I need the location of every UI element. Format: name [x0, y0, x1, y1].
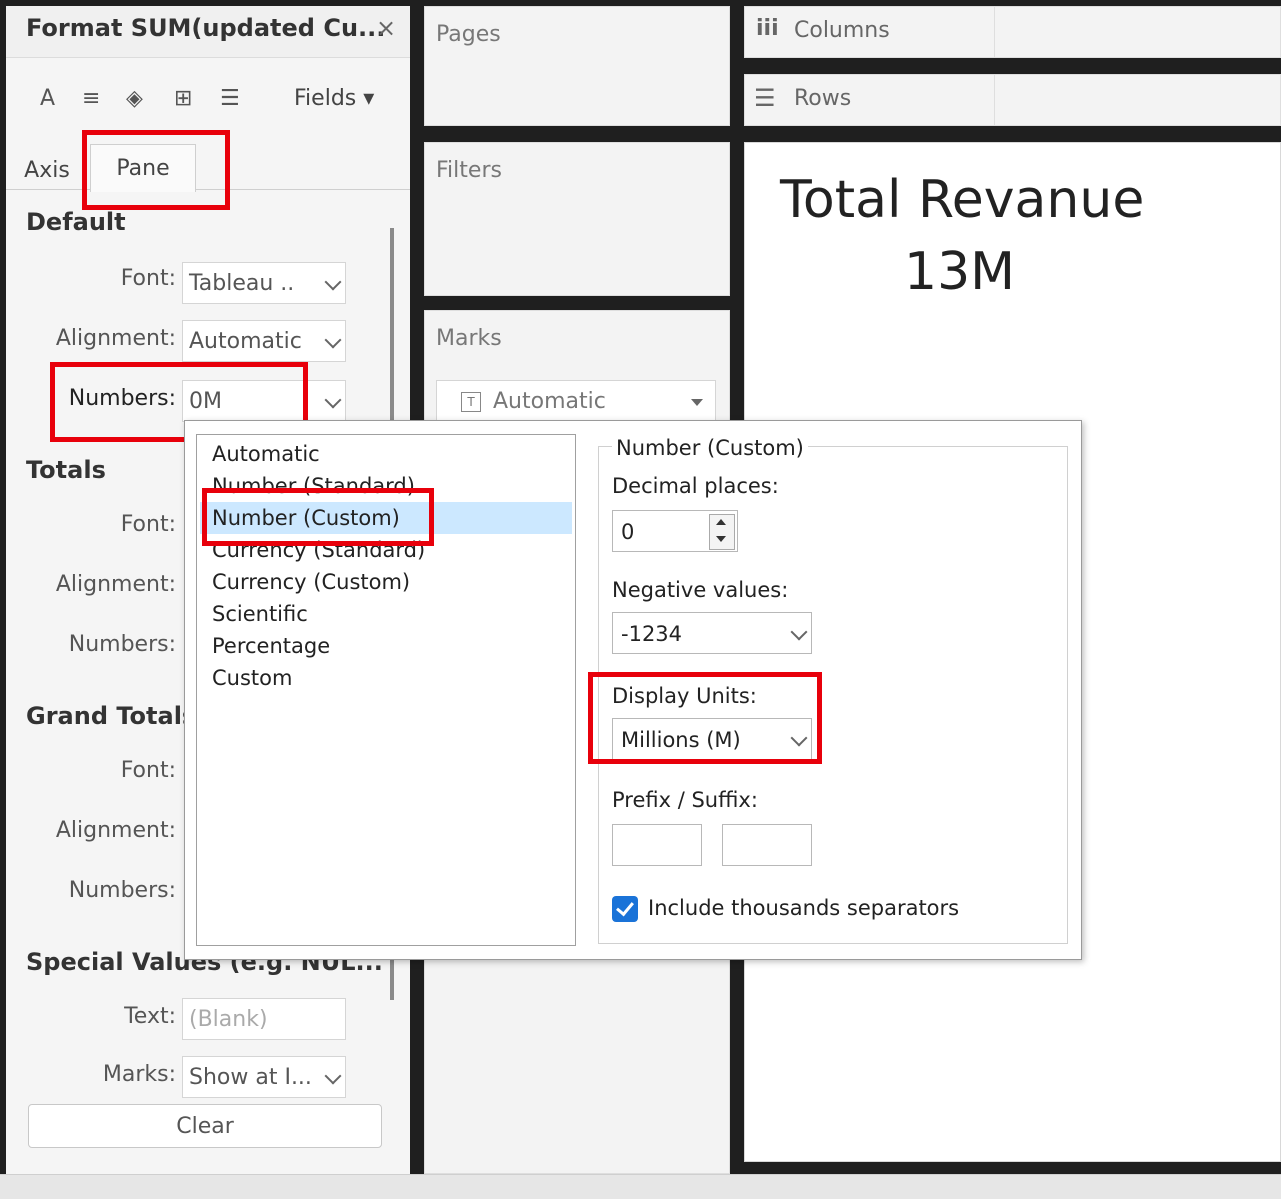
format-pane-title: Format SUM(updated Cu...	[26, 14, 386, 42]
negative-values-dropdown[interactable]: -1234	[612, 612, 812, 654]
text-mark-icon: T	[461, 392, 481, 412]
highlight-box-pane-tab	[82, 130, 230, 210]
columns-label: Columns	[794, 18, 890, 43]
highlight-box-display-units	[588, 672, 822, 764]
grand-totals-font-label: Font:	[120, 758, 176, 783]
thousands-separator-label: Include thousands separators	[648, 896, 960, 920]
shading-format-icon[interactable]: ◈	[126, 86, 143, 111]
default-font-dropdown[interactable]: Tableau ..	[182, 262, 346, 304]
viz-value-text: 13M	[904, 242, 1016, 302]
lines-format-icon[interactable]: ☰	[220, 86, 240, 111]
format-option-percentage[interactable]: Percentage	[212, 634, 330, 658]
suffix-input[interactable]	[722, 824, 812, 866]
negative-values-label: Negative values:	[612, 578, 789, 602]
mark-type-value: Automatic	[493, 389, 606, 414]
alignment-format-icon[interactable]: ≡	[82, 86, 100, 111]
totals-alignment-label: Alignment:	[55, 572, 176, 597]
marks-title: Marks	[436, 326, 502, 351]
tab-axis[interactable]: Axis	[6, 150, 88, 190]
totals-section-heading: Totals	[26, 456, 106, 484]
format-option-automatic[interactable]: Automatic	[212, 442, 320, 466]
negative-values-value: -1234	[621, 622, 683, 646]
step-down-icon[interactable]	[716, 536, 726, 542]
special-marks-label: Marks:	[102, 1062, 176, 1087]
special-marks-dropdown[interactable]: Show at I...	[182, 1056, 346, 1098]
grand-totals-section-heading: Grand Totals	[26, 702, 197, 730]
filters-title: Filters	[436, 158, 502, 183]
special-marks-value: Show at I...	[189, 1065, 312, 1090]
thousands-separator-checkbox[interactable]	[612, 896, 638, 922]
chevron-down-icon	[324, 1067, 342, 1085]
fields-dropdown-button[interactable]: Fields ▾	[294, 86, 374, 111]
close-icon[interactable]: ×	[376, 14, 396, 42]
font-format-icon[interactable]: A	[40, 86, 55, 111]
totals-numbers-label: Numbers:	[68, 632, 176, 657]
prefix-suffix-label: Prefix / Suffix:	[612, 788, 758, 812]
chevron-down-icon	[790, 623, 808, 641]
decimal-places-stepper[interactable]: 0	[612, 510, 738, 552]
number-custom-group-title: Number (Custom)	[612, 436, 808, 460]
sheet-tab-bar	[0, 1174, 1281, 1199]
rows-label: Rows	[794, 86, 852, 111]
default-alignment-dropdown[interactable]: Automatic	[182, 320, 346, 362]
special-text-label: Text:	[124, 1004, 176, 1029]
default-section-heading: Default	[26, 208, 126, 236]
borders-format-icon[interactable]: ⊞	[174, 86, 192, 111]
chevron-down-icon	[324, 331, 342, 349]
format-option-currency-custom[interactable]: Currency (Custom)	[212, 570, 410, 594]
highlight-box-number-custom	[202, 488, 434, 546]
rows-shelf-divider	[994, 74, 995, 126]
columns-shelf-divider	[994, 6, 995, 58]
pages-title: Pages	[436, 22, 501, 47]
grand-totals-alignment-label: Alignment:	[55, 818, 176, 843]
prefix-input[interactable]	[612, 824, 702, 866]
default-alignment-label: Alignment:	[55, 326, 176, 351]
columns-icon: iii	[756, 16, 779, 41]
grand-totals-numbers-label: Numbers:	[68, 878, 176, 903]
default-alignment-value: Automatic	[189, 329, 302, 354]
rows-icon: ☰	[754, 84, 776, 112]
decimal-places-label: Decimal places:	[612, 474, 779, 498]
decimal-places-value: 0	[621, 520, 635, 544]
chevron-down-icon	[324, 391, 342, 409]
special-text-field[interactable]: (Blank)	[182, 998, 346, 1040]
format-option-scientific[interactable]: Scientific	[212, 602, 308, 626]
caret-down-icon	[691, 399, 703, 406]
totals-font-label: Font:	[120, 512, 176, 537]
viz-title-text: Total Revanue	[780, 170, 1145, 230]
format-option-custom[interactable]: Custom	[212, 666, 292, 690]
chevron-down-icon	[324, 273, 342, 291]
clear-button[interactable]: Clear	[28, 1104, 382, 1148]
step-up-icon[interactable]	[716, 519, 726, 525]
default-font-label: Font:	[120, 266, 176, 291]
default-font-value: Tableau ..	[189, 271, 295, 296]
mark-type-dropdown[interactable]: T Automatic	[436, 380, 716, 422]
stepper-buttons[interactable]	[709, 514, 735, 550]
